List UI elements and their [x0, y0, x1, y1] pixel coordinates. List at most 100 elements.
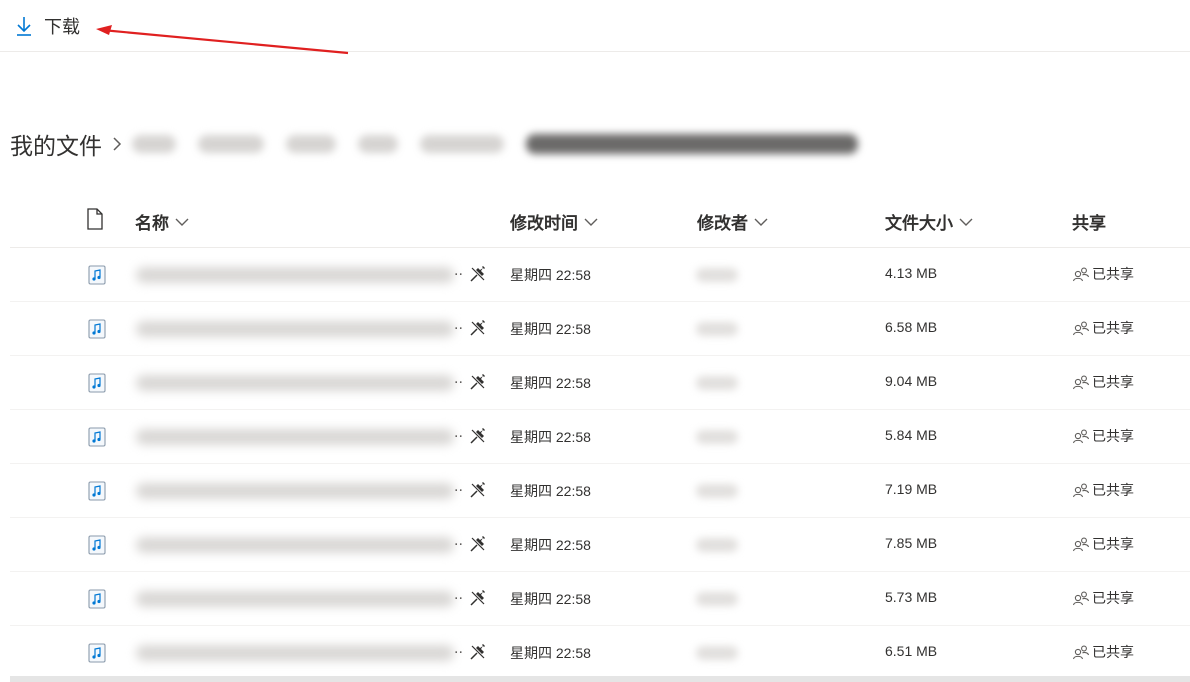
download-icon [17, 17, 31, 36]
file-size: 7.85 MB [885, 535, 938, 551]
file-name-redacted[interactable] [136, 321, 454, 337]
sharing-status[interactable]: 已共享 [1072, 426, 1134, 446]
sharing-label: 已共享 [1092, 536, 1134, 552]
name-ellipsis: .. [454, 262, 463, 279]
modified-by-redacted [696, 484, 738, 498]
name-ellipsis: .. [454, 316, 463, 333]
shared-people-icon [1072, 645, 1090, 660]
modified-time: 星期四 22:58 [510, 267, 591, 283]
modified-time: 星期四 22:58 [510, 483, 591, 499]
sharing-label: 已共享 [1092, 482, 1134, 498]
sharing-status[interactable]: 已共享 [1072, 588, 1134, 608]
sharing-label: 已共享 [1092, 590, 1134, 606]
pin-icon[interactable] [468, 426, 488, 446]
download-button[interactable]: 下载 [14, 12, 80, 40]
breadcrumb-item-redacted[interactable] [286, 135, 336, 153]
column-header-name[interactable]: 名称 [135, 209, 189, 234]
modified-time: 星期四 22:58 [510, 645, 591, 661]
modified-time: 星期四 22:58 [510, 321, 591, 337]
audio-file-icon [88, 427, 106, 447]
sharing-label: 已共享 [1092, 374, 1134, 390]
column-header-modified-by[interactable]: 修改者 [697, 209, 768, 234]
annotation-arrow [96, 25, 349, 55]
file-name-redacted[interactable] [136, 645, 454, 661]
column-header-modified-label: 修改时间 [510, 214, 578, 233]
breadcrumb-current-redacted [526, 134, 858, 154]
shared-people-icon [1072, 429, 1090, 444]
chevron-down-icon [754, 218, 768, 226]
column-header-name-label: 名称 [135, 214, 169, 233]
file-name-redacted[interactable] [136, 591, 454, 607]
table-row[interactable]: .. 星期四 22:58 5.84 MB 已共享 [10, 410, 1190, 464]
sharing-status[interactable]: 已共享 [1072, 480, 1134, 500]
file-name-redacted[interactable] [136, 483, 454, 499]
file-rows: .. 星期四 22:58 4.13 MB 已共享 .. 星期四 22:58 6.… [10, 248, 1190, 680]
breadcrumb-item-redacted[interactable] [198, 135, 264, 153]
file-name-redacted[interactable] [136, 375, 454, 391]
column-header-row: 名称 修改时间 修改者 文件大小 共享 [10, 192, 1190, 248]
audio-file-icon [88, 481, 106, 501]
breadcrumb-item-redacted[interactable] [358, 135, 398, 153]
table-row[interactable]: .. 星期四 22:58 4.13 MB 已共享 [10, 248, 1190, 302]
column-header-size[interactable]: 文件大小 [885, 209, 973, 234]
file-size: 6.51 MB [885, 643, 938, 659]
file-size: 6.58 MB [885, 319, 938, 335]
audio-file-icon [88, 265, 106, 285]
table-row[interactable]: .. 星期四 22:58 5.73 MB 已共享 [10, 572, 1190, 626]
name-ellipsis: .. [454, 424, 463, 441]
sharing-label: 已共享 [1092, 644, 1134, 660]
file-name-redacted[interactable] [136, 537, 454, 553]
pin-icon[interactable] [468, 588, 488, 608]
file-size: 4.13 MB [885, 265, 938, 281]
name-ellipsis: .. [454, 586, 463, 603]
name-ellipsis: .. [454, 370, 463, 387]
modified-by-redacted [696, 322, 738, 336]
sharing-status[interactable]: 已共享 [1072, 318, 1134, 338]
pin-icon[interactable] [468, 264, 488, 284]
pin-icon[interactable] [468, 318, 488, 338]
column-header-modified-by-label: 修改者 [697, 214, 748, 233]
shared-people-icon [1072, 375, 1090, 390]
modified-time: 星期四 22:58 [510, 375, 591, 391]
modified-time: 星期四 22:58 [510, 537, 591, 553]
table-row[interactable]: .. 星期四 22:58 6.51 MB 已共享 [10, 626, 1190, 680]
pin-icon[interactable] [468, 480, 488, 500]
file-name-redacted[interactable] [136, 429, 454, 445]
pin-icon[interactable] [468, 534, 488, 554]
breadcrumb: 我的文件 [10, 126, 960, 162]
audio-file-icon [88, 643, 106, 663]
table-row[interactable]: .. 星期四 22:58 9.04 MB 已共享 [10, 356, 1190, 410]
table-row[interactable]: .. 星期四 22:58 7.19 MB 已共享 [10, 464, 1190, 518]
breadcrumb-item-redacted[interactable] [132, 135, 176, 153]
name-ellipsis: .. [454, 478, 463, 495]
column-header-modified[interactable]: 修改时间 [510, 209, 598, 234]
file-size: 7.19 MB [885, 481, 938, 497]
pin-icon[interactable] [468, 372, 488, 392]
chevron-down-icon [584, 218, 598, 226]
shared-people-icon [1072, 321, 1090, 336]
table-row[interactable]: .. 星期四 22:58 7.85 MB 已共享 [10, 518, 1190, 572]
chevron-right-icon [113, 137, 122, 151]
pin-icon[interactable] [468, 642, 488, 662]
breadcrumb-root[interactable]: 我的文件 [10, 127, 102, 161]
sharing-label: 已共享 [1092, 320, 1134, 336]
file-name-redacted[interactable] [136, 267, 454, 283]
name-ellipsis: .. [454, 640, 463, 657]
file-header-icon [87, 208, 103, 230]
horizontal-scrollbar[interactable] [10, 676, 1190, 682]
sharing-status[interactable]: 已共享 [1072, 264, 1134, 284]
shared-people-icon [1072, 591, 1090, 606]
modified-by-redacted [696, 376, 738, 390]
sharing-status[interactable]: 已共享 [1072, 372, 1134, 392]
table-row[interactable]: .. 星期四 22:58 6.58 MB 已共享 [10, 302, 1190, 356]
sharing-status[interactable]: 已共享 [1072, 534, 1134, 554]
breadcrumb-item-redacted[interactable] [420, 135, 504, 153]
column-header-sharing[interactable]: 共享 [1072, 209, 1106, 234]
file-size: 5.84 MB [885, 427, 938, 443]
audio-file-icon [88, 589, 106, 609]
shared-people-icon [1072, 537, 1090, 552]
modified-by-redacted [696, 268, 738, 282]
name-ellipsis: .. [454, 532, 463, 549]
sharing-status[interactable]: 已共享 [1072, 642, 1134, 662]
shared-people-icon [1072, 483, 1090, 498]
